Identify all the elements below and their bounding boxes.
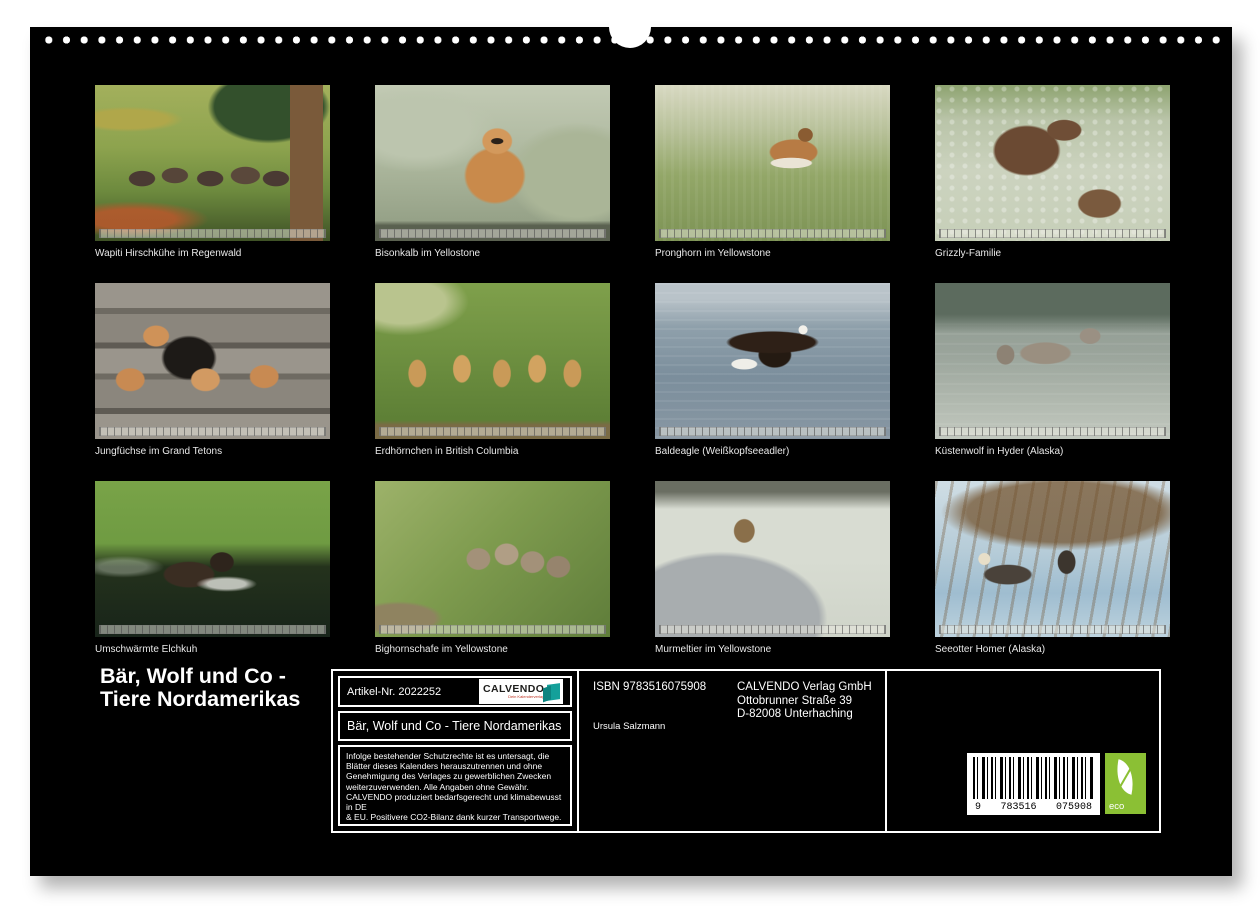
article-number: Artikel-Nr. 2022252: [347, 686, 441, 698]
mini-calendar-strip: [659, 625, 886, 634]
mini-calendar-strip: [379, 427, 606, 436]
thumbnail-caption: Wapiti Hirschkühe im Regenwald: [95, 248, 330, 260]
mini-calendar-strip: [659, 427, 886, 436]
publisher-address: CALVENDO Verlag GmbH Ottobrunner Straße …: [737, 681, 872, 722]
author-name: Ursula Salzmann: [593, 721, 665, 732]
thumbnail: Küstenwolf in Hyder (Alaska): [935, 283, 1170, 458]
mini-calendar-strip: [939, 229, 1166, 238]
thumbnail-caption: Grizzly-Familie: [935, 248, 1170, 260]
mini-calendar-strip: [379, 625, 606, 634]
thumbnail: Wapiti Hirschkühe im Regenwald: [95, 85, 330, 260]
thumbnail-grid: Wapiti Hirschkühe im Regenwald Bisonkalb…: [95, 85, 1170, 656]
mini-calendar-strip: [99, 625, 326, 634]
thumbnail: Baldeagle (Weißkopfseeadler): [655, 283, 890, 458]
eco-label: eco: [1109, 801, 1124, 812]
panel-left-column: Artikel-Nr. 2022252 CALVENDO Dein Kalend…: [333, 671, 577, 831]
isbn-number: ISBN 9783516075908: [593, 681, 706, 693]
article-number-box: Artikel-Nr. 2022252 CALVENDO Dein Kalend…: [338, 676, 572, 707]
thumbnail-caption: Baldeagle (Weißkopfseeadler): [655, 446, 890, 458]
thumbnail: Bisonkalb im Yellostone: [375, 85, 610, 260]
photo-marmot: [655, 481, 890, 637]
calendar-main-title: Bär, Wolf und Co - Tiere Nordamerikas: [100, 665, 300, 711]
thumbnail: Jungfüchse im Grand Tetons: [95, 283, 330, 458]
thumbnail-caption: Jungfüchse im Grand Tetons: [95, 446, 330, 458]
eco-badge: eco: [1105, 753, 1146, 814]
barcode-bars: [973, 757, 1094, 799]
calvendo-logo: CALVENDO Dein Kalenderverlag: [479, 679, 563, 704]
calendar-back-sheet: Wapiti Hirschkühe im Regenwald Bisonkalb…: [30, 27, 1232, 876]
legal-text: Infolge bestehender Schutzrechte ist es …: [338, 745, 572, 826]
photo-bald-eagle: [655, 283, 890, 439]
thumbnail: Murmeltier im Yellowstone: [655, 481, 890, 656]
barcode-digit-group: 783516: [1000, 802, 1036, 813]
photo-sea-otters: [935, 481, 1170, 637]
photo-fox-cubs: [95, 283, 330, 439]
hanger-hole: [609, 6, 651, 48]
photo-pronghorn: [655, 85, 890, 241]
mini-calendar-strip: [99, 427, 326, 436]
mini-calendar-strip: [99, 229, 326, 238]
calendar-title-box: Bär, Wolf und Co - Tiere Nordamerikas: [338, 711, 572, 741]
thumbnail-caption: Pronghorn im Yellowstone: [655, 248, 890, 260]
thumbnail-caption: Seeotter Homer (Alaska): [935, 644, 1170, 656]
barcode-digits: 9 783516 075908: [973, 799, 1094, 813]
thumbnail: Umschwärmte Elchkuh: [95, 481, 330, 656]
thumbnail: Erdhörnchen in British Columbia: [375, 283, 610, 458]
barcode-digit-group: 9: [975, 802, 981, 813]
thumbnail-caption: Bisonkalb im Yellostone: [375, 248, 610, 260]
calendar-title-line: Bär, Wolf und Co - Tiere Nordamerikas: [347, 719, 561, 733]
calvendo-book-icon: [547, 683, 560, 701]
photo-moose-cow: [95, 481, 330, 637]
thumbnail-caption: Bighornschafe im Yellowstone: [375, 644, 610, 656]
mini-calendar-strip: [939, 625, 1166, 634]
photo-grizzly-family: [935, 85, 1170, 241]
thumbnail-caption: Erdhörnchen in British Columbia: [375, 446, 610, 458]
ean-barcode: 9 783516 075908: [967, 753, 1100, 815]
thumbnail: Seeotter Homer (Alaska): [935, 481, 1170, 656]
photo-bison-calf: [375, 85, 610, 241]
logo-text: CALVENDO Dein Kalenderverlag: [483, 684, 544, 699]
mini-calendar-strip: [939, 427, 1166, 436]
thumbnail: Bighornschafe im Yellowstone: [375, 481, 610, 656]
mini-calendar-strip: [379, 229, 606, 238]
photo-coastal-wolf: [935, 283, 1170, 439]
thumbnail-caption: Umschwärmte Elchkuh: [95, 644, 330, 656]
panel-middle-column: ISBN 9783516075908 CALVENDO Verlag GmbH …: [579, 671, 885, 831]
publisher-info-panel: Artikel-Nr. 2022252 CALVENDO Dein Kalend…: [331, 669, 1161, 833]
thumbnail-caption: Küstenwolf in Hyder (Alaska): [935, 446, 1170, 458]
panel-right-column: 9 783516 075908 eco: [887, 671, 1159, 831]
photo-elk-rainforest: [95, 85, 330, 241]
mini-calendar-strip: [659, 229, 886, 238]
photo-ground-squirrels: [375, 283, 610, 439]
calvendo-tagline: Dein Kalenderverlag: [483, 695, 544, 699]
thumbnail: Grizzly-Familie: [935, 85, 1170, 260]
leaf-icon: [1112, 759, 1138, 794]
barcode-digit-group: 075908: [1056, 802, 1092, 813]
thumbnail-caption: Murmeltier im Yellowstone: [655, 644, 890, 656]
thumbnail: Pronghorn im Yellowstone: [655, 85, 890, 260]
photo-bighorn-sheep: [375, 481, 610, 637]
